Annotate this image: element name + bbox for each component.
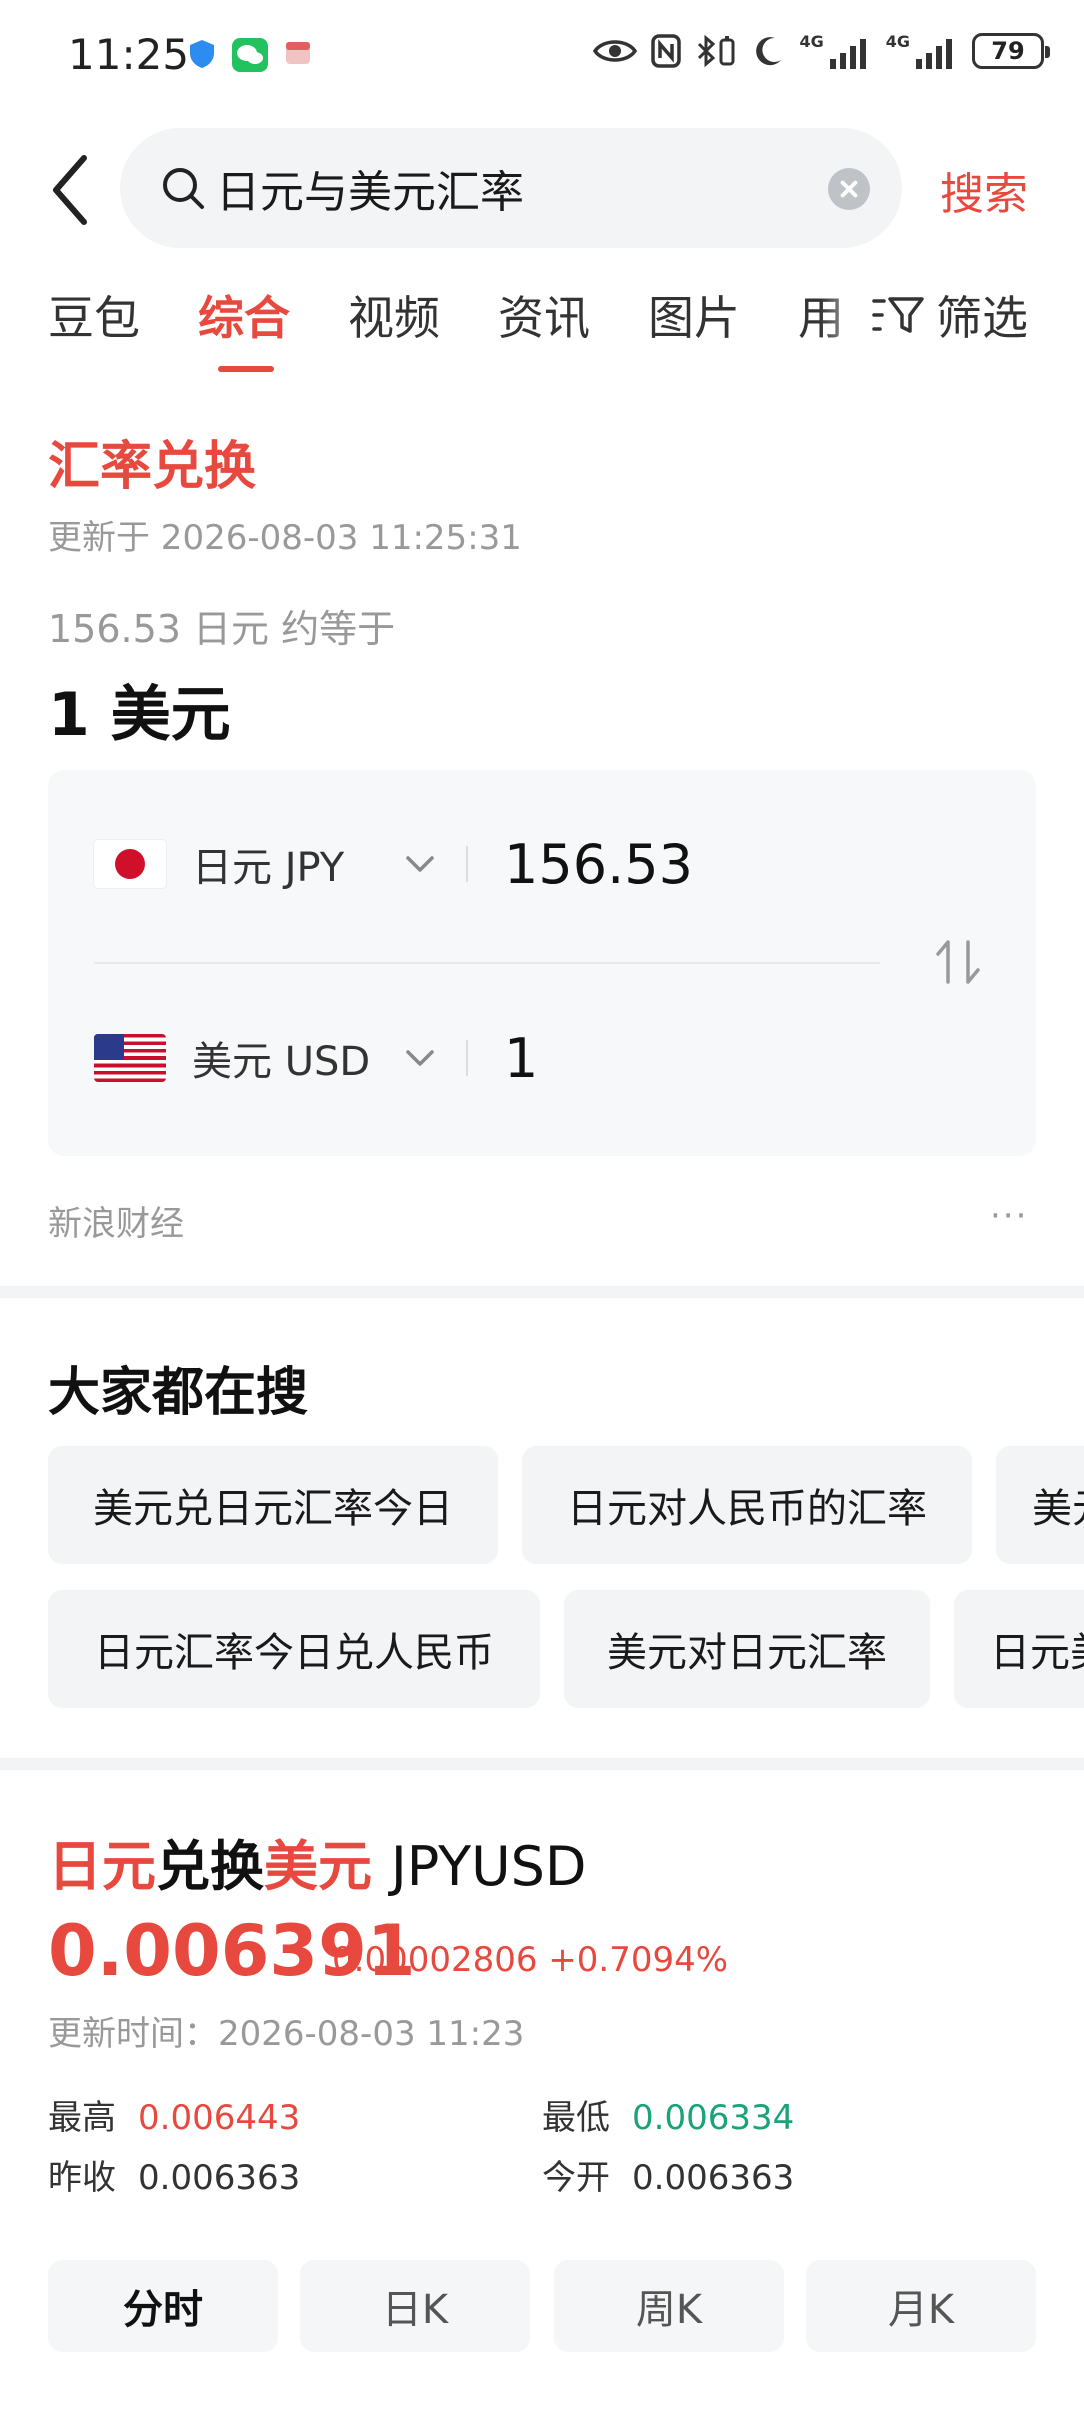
quote-code: JPYUSD (390, 1835, 587, 1898)
row-divider (94, 962, 880, 964)
battery-indicator: 79 (972, 32, 1050, 69)
exchange-result: 1 美元 (48, 680, 231, 750)
eye-icon (593, 39, 638, 62)
exchange-updated-time: 更新于 2026-08-03 11:25:31 (48, 518, 522, 558)
hot-search-chip[interactable]: 美元对日元汇率 (564, 1590, 930, 1708)
usa-flag-icon (94, 1034, 166, 1082)
currency-converter: 日元 JPY 156.53 美元 USD 1 (48, 770, 1036, 1156)
tab-comprehensive[interactable]: 综合 (198, 282, 290, 348)
more-options-button[interactable]: ··· (990, 1196, 1028, 1236)
tab-news[interactable]: 资讯 (498, 282, 590, 348)
swap-icon[interactable] (930, 934, 986, 990)
tab-images[interactable]: 图片 (648, 282, 740, 348)
chevron-down-icon[interactable] (400, 1038, 440, 1078)
japan-flag-icon (94, 840, 166, 888)
hot-search-chip[interactable]: 美元 (996, 1446, 1084, 1564)
stat-high: 最高 0.006443 (48, 2098, 301, 2138)
stat-low: 最低 0.006334 (542, 2098, 795, 2138)
filter-label: 筛选 (936, 291, 1028, 345)
chart-tab-weekly-k[interactable]: 周K (554, 2260, 784, 2352)
result-tabs: 豆包 综合 视频 资讯 图片 用 筛选 (0, 282, 1084, 372)
stat-open: 今开 0.006363 (542, 2158, 795, 2198)
stat-prev-close: 昨收 0.006363 (48, 2158, 301, 2198)
quote-change: 0.00002806 +0.7094% (332, 1940, 729, 1980)
status-right-icons: 4G 4G 79 (593, 32, 1050, 69)
chart-tab-daily-k[interactable]: 日K (300, 2260, 530, 2352)
filter-icon (872, 297, 924, 333)
search-button[interactable]: 搜索 (940, 158, 1028, 222)
divider (466, 846, 468, 882)
from-currency-selector[interactable]: 日元 JPY (192, 835, 392, 893)
chart-tab-intraday[interactable]: 分时 (48, 2260, 278, 2352)
signal-bars-icon (916, 39, 952, 69)
exchange-approx-text: 156.53 日元 约等于 (48, 607, 396, 651)
search-icon (163, 168, 204, 209)
hot-search-chip[interactable]: 日元美 (954, 1590, 1084, 1708)
chevron-down-icon[interactable] (400, 844, 440, 884)
quote-updated-time: 更新时间：2026-08-03 11:23 (48, 2014, 525, 2054)
section-separator (0, 1286, 1084, 1298)
clear-search-button[interactable] (828, 168, 870, 210)
source-label: 新浪财经 (48, 1204, 184, 1244)
to-currency-selector[interactable]: 美元 USD (192, 1029, 392, 1087)
hot-searches-title: 大家都在搜 (48, 1363, 309, 1423)
back-arrow-icon[interactable] (44, 150, 104, 230)
quote-title[interactable]: 日元兑换美元 JPYUSD (48, 1822, 586, 1901)
to-currency-row: 美元 USD 1 (94, 1018, 538, 1098)
wechat-icon (232, 38, 268, 72)
app-notification-icon (286, 42, 310, 64)
signal-2: 4G (886, 32, 958, 69)
bluetooth-battery-icon (698, 34, 735, 67)
tab-video[interactable]: 视频 (348, 282, 440, 348)
nfc-icon (651, 33, 682, 68)
status-bar: 11:25 4G 4G 79 (0, 0, 1084, 110)
tab-doubao[interactable]: 豆包 (48, 282, 140, 348)
signal-bars-icon (829, 39, 866, 69)
chart-tab-monthly-k[interactable]: 月K (806, 2260, 1036, 2352)
from-amount-input[interactable]: 156.53 (504, 833, 693, 896)
from-currency-row: 日元 JPY 156.53 (94, 824, 693, 904)
hot-search-chip[interactable]: 日元汇率今日兑人民币 (48, 1590, 540, 1708)
section-separator (0, 1758, 1084, 1770)
shield-icon (190, 40, 214, 68)
hot-search-chip[interactable]: 美元兑日元汇率今日 (48, 1446, 498, 1564)
signal-1: 4G (799, 32, 871, 69)
search-input[interactable]: 日元与美元汇率 (120, 128, 902, 248)
active-tab-indicator (218, 366, 274, 372)
search-query-text: 日元与美元汇率 (216, 167, 524, 218)
filter-button[interactable]: 筛选 (872, 282, 1028, 348)
exchange-title: 汇率兑换 (48, 437, 257, 497)
hot-search-chip[interactable]: 日元对人民币的汇率 (522, 1446, 972, 1564)
to-amount-input[interactable]: 1 (504, 1027, 538, 1090)
divider (466, 1040, 468, 1076)
status-time: 11:25 (68, 30, 190, 79)
tabs-fade (820, 282, 876, 352)
moon-icon (756, 36, 782, 65)
